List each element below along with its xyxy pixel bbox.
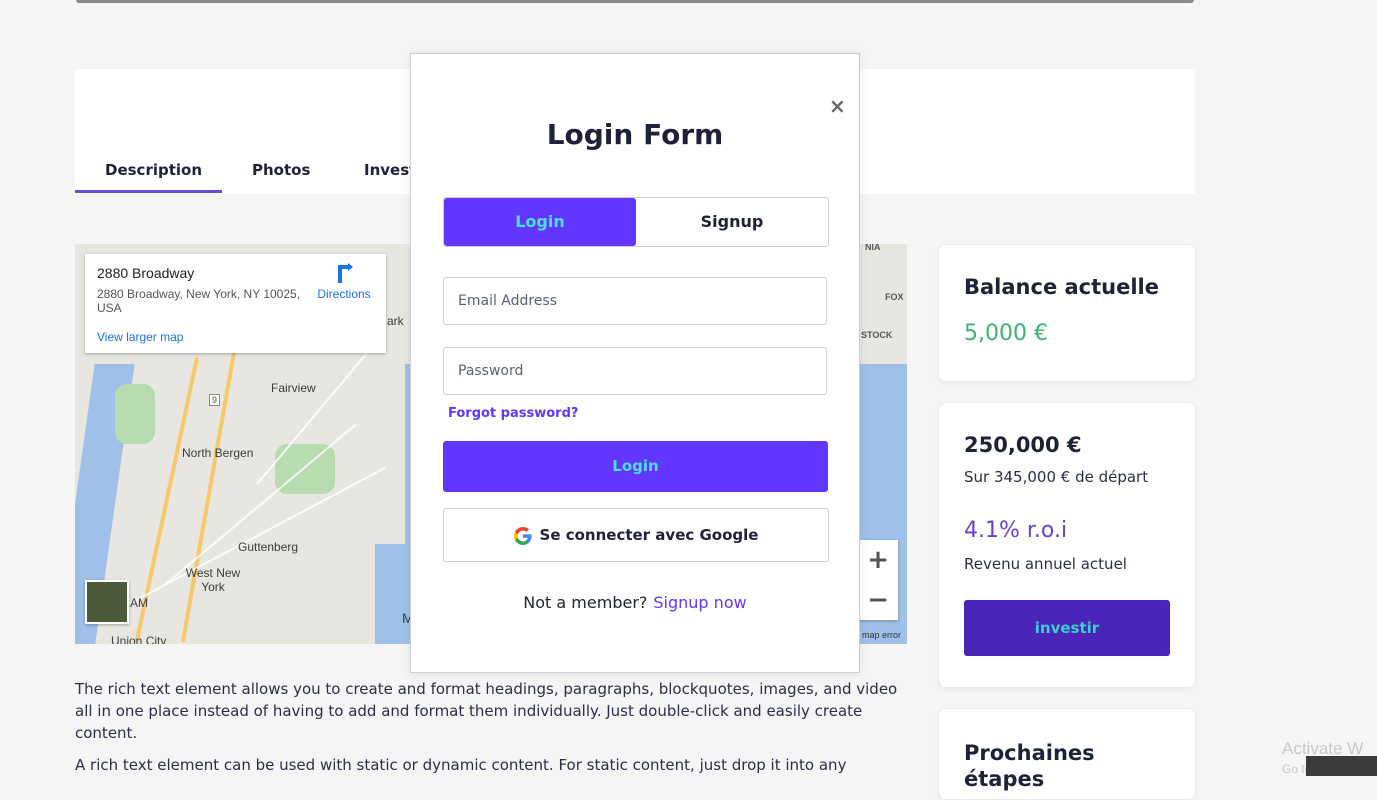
- map-label-fairview: Fairview: [271, 381, 316, 395]
- map-label-am: AM: [130, 596, 148, 610]
- login-submit-button[interactable]: Login: [443, 441, 828, 492]
- password-field[interactable]: [443, 347, 827, 395]
- directions-icon: [338, 263, 353, 283]
- modal-title: Login Form: [546, 118, 724, 151]
- hero-image-edge: [76, 0, 1194, 3]
- balance-title: Balance actuelle: [964, 275, 1159, 299]
- place-title: 2880 Broadway: [97, 265, 195, 281]
- balance-value: 5,000 €: [964, 321, 1048, 346]
- map-label-guttenberg: Guttenberg: [238, 540, 299, 554]
- map-label-west-new-york: West New York: [185, 566, 241, 594]
- roi-value: 4.1% r.o.i: [964, 518, 1068, 543]
- map-error-link[interactable]: map error: [862, 630, 901, 640]
- map-label-stock: STOCK: [861, 330, 893, 340]
- signup-toggle-button[interactable]: Signup: [636, 198, 828, 246]
- zoom-in-button[interactable]: +: [858, 540, 898, 580]
- signup-prompt: Not a member? Signup now: [411, 593, 859, 612]
- map-label-ark: ark: [387, 314, 404, 328]
- rich-text-paragraph: A rich text element can be used with sta…: [75, 756, 847, 774]
- login-modal: × Login Form Login Signup Forgot passwor…: [410, 53, 860, 673]
- google-button-label: Se connecter avec Google: [539, 526, 759, 544]
- google-icon: [513, 526, 532, 545]
- park-area: [115, 384, 155, 444]
- auth-mode-switch: Login Signup: [443, 197, 829, 247]
- place-address: 2880 Broadway, New York, NY 10025, USA: [97, 287, 301, 315]
- active-tab-indicator: [75, 190, 222, 193]
- rich-text-paragraph: The rich text element allows you to crea…: [75, 680, 898, 742]
- signup-now-link[interactable]: Signup now: [653, 593, 746, 612]
- next-steps-title: Prochaines étapes: [964, 741, 1095, 791]
- directions-label: Directions: [317, 287, 371, 301]
- close-icon[interactable]: ×: [829, 94, 846, 118]
- zoom-out-button[interactable]: −: [858, 580, 898, 620]
- directions-button[interactable]: Directions: [314, 263, 374, 301]
- balance-card: Balance actuelle 5,000 €: [938, 244, 1196, 382]
- invest-button[interactable]: investir: [964, 600, 1170, 656]
- satellite-toggle[interactable]: [85, 580, 129, 624]
- map-label-union-city: Union City: [111, 634, 167, 644]
- login-toggle-button[interactable]: Login: [444, 198, 636, 246]
- map-label-fox: FOX: [885, 292, 904, 302]
- next-steps-card: Prochaines étapes: [938, 708, 1196, 800]
- investment-card: 250,000 € Sur 345,000 € de départ 4.1% r…: [938, 402, 1196, 688]
- forgot-password-link[interactable]: Forgot password?: [448, 406, 578, 421]
- map-label-north-bergen: North Bergen: [182, 446, 254, 460]
- investment-value: 250,000 €: [964, 433, 1082, 457]
- view-larger-map-link[interactable]: View larger map: [97, 330, 183, 344]
- map-label-nia: NIA: [865, 244, 881, 252]
- system-tray: [1306, 756, 1377, 776]
- roi-caption: Revenu annuel actuel: [964, 555, 1127, 573]
- place-card: 2880 Broadway 2880 Broadway, New York, N…: [85, 254, 386, 353]
- tab-photos[interactable]: Photos: [252, 161, 310, 179]
- tab-description[interactable]: Description: [105, 161, 202, 179]
- investment-start-text: Sur 345,000 € de départ: [964, 468, 1149, 486]
- tab-invest[interactable]: Invest: [364, 161, 416, 179]
- google-signin-button[interactable]: Se connecter avec Google: [443, 508, 829, 562]
- not-member-text: Not a member?: [523, 593, 648, 612]
- zoom-controls: + −: [858, 540, 898, 620]
- email-field[interactable]: [443, 277, 827, 325]
- route-9-shield: 9: [209, 394, 221, 406]
